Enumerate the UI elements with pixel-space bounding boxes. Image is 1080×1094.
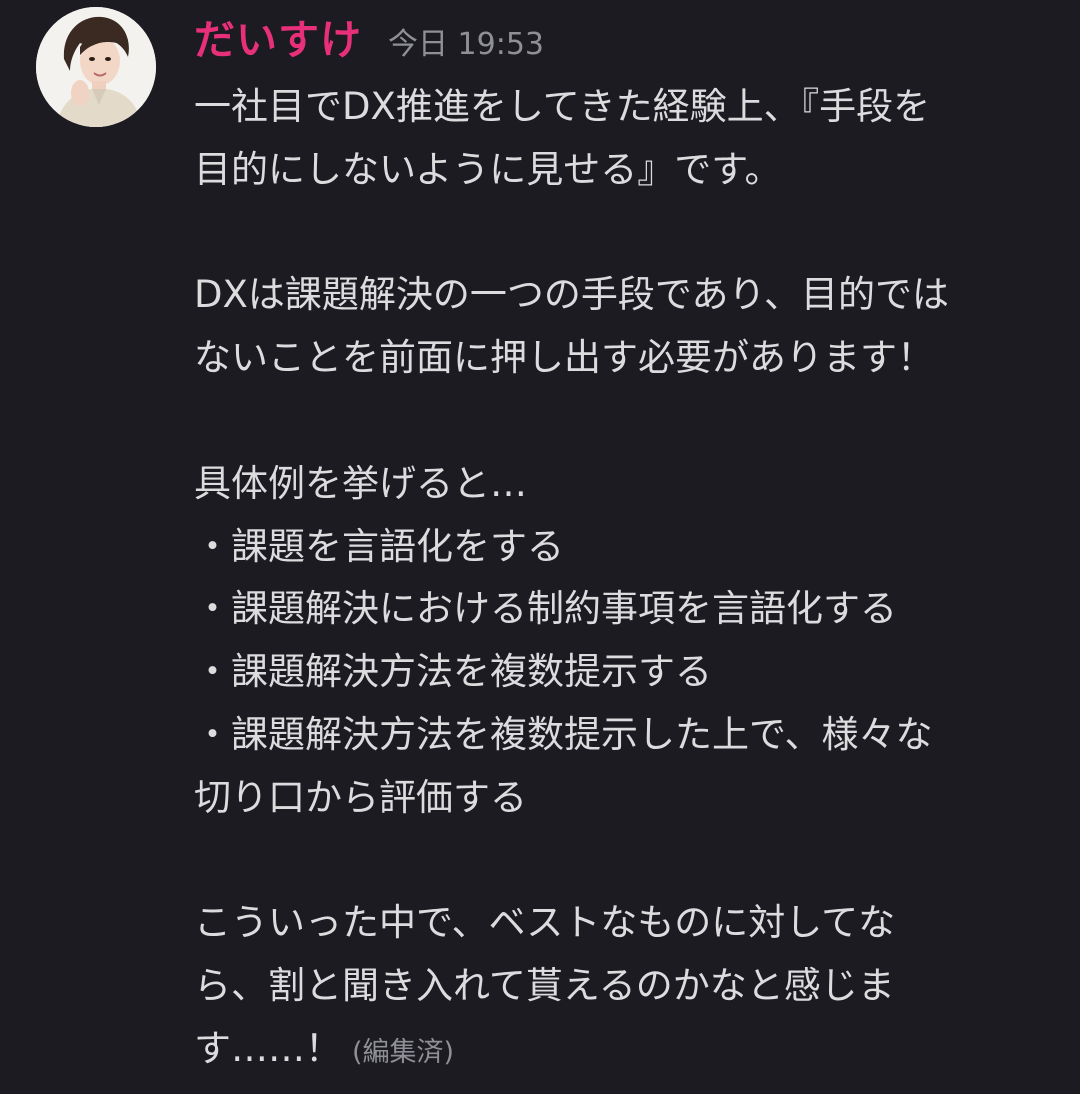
- message-line: ら、割と聞き入れて貰えるのかなと感じま: [194, 964, 895, 1008]
- message-line: ・課題解決方法を複数提示する: [194, 650, 712, 694]
- message-line: 目的にしないように見せる』です。: [194, 147, 782, 191]
- message-line: こういった中で、ベストなものに対してな: [194, 901, 896, 945]
- message-line: 一社目でDX推進をしてきた経験上、『手段を: [194, 85, 931, 128]
- edited-label: (編集済): [352, 1036, 455, 1068]
- author-name[interactable]: だいすけ: [194, 8, 362, 72]
- message-line: ・課題を言語化をする: [194, 524, 564, 568]
- message-body: 一社目でDX推進をしてきた経験上、『手段を 目的にしないように見せる』です。 D…: [194, 76, 1054, 1081]
- avatar[interactable]: [36, 7, 156, 127]
- chat-message: だいすけ 今日 19:53 一社目でDX推進をしてきた経験上、『手段を 目的にし…: [0, 0, 1080, 1094]
- message-line: [194, 202, 1054, 265]
- message-header: だいすけ 今日 19:53: [194, 8, 544, 72]
- message-line: [194, 830, 1054, 893]
- avatar-photo: [36, 7, 156, 127]
- message-line: 具体例を挙げると…: [194, 461, 527, 505]
- message-line-text: す……！: [194, 1026, 342, 1070]
- message-last-line: す……！ (編集済): [194, 1018, 1054, 1081]
- message-line: ・課題解決方法を複数提示した上で、様々な: [194, 712, 933, 756]
- message-line: DXは課題解決の一つの手段であり、目的では: [194, 273, 949, 317]
- message-line: ないことを前面に押し出す必要があります！: [194, 336, 934, 380]
- message-line: ・課題解決における制約事項を言語化する: [194, 587, 897, 631]
- message-line: 切り口から評価する: [194, 775, 527, 819]
- timestamp[interactable]: 今日 19:53: [388, 13, 544, 77]
- message-line: [194, 390, 1054, 453]
